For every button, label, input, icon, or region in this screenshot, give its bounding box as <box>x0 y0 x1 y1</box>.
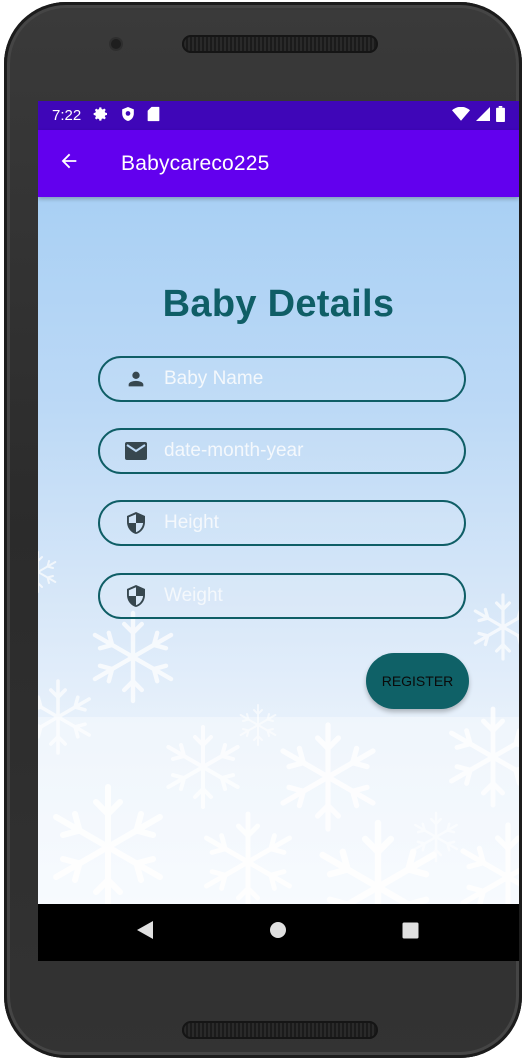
settings-icon <box>93 106 109 126</box>
height-field[interactable] <box>98 500 466 546</box>
baby-name-field[interactable] <box>98 356 466 402</box>
sd-card-icon <box>147 106 160 126</box>
date-field[interactable] <box>98 428 466 474</box>
shield-icon <box>124 584 148 608</box>
email-icon <box>124 439 148 463</box>
date-input[interactable] <box>162 439 456 463</box>
top-speaker <box>182 35 378 53</box>
back-triangle-icon <box>136 920 154 945</box>
status-bar: 7:22 <box>38 101 519 130</box>
bottom-speaker <box>182 1021 378 1039</box>
battery-icon <box>496 105 505 126</box>
status-time: 7:22 <box>52 107 82 124</box>
nav-back-button[interactable] <box>115 904 175 961</box>
height-input[interactable] <box>162 511 456 535</box>
back-button[interactable] <box>39 134 99 194</box>
shield-icon <box>124 511 148 535</box>
app-bar: Babycareco225 <box>38 130 519 197</box>
navigation-bar <box>38 904 519 961</box>
front-camera <box>111 39 121 49</box>
weight-input[interactable] <box>162 584 456 608</box>
weight-field[interactable] <box>98 573 466 619</box>
cell-signal-icon <box>476 106 490 125</box>
page-title: Baby Details <box>162 283 395 325</box>
wifi-icon <box>452 106 470 125</box>
home-circle-icon <box>269 921 287 944</box>
nav-home-button[interactable] <box>248 904 308 961</box>
baby-name-input[interactable] <box>162 367 456 391</box>
register-button[interactable]: REGISTER <box>366 653 469 709</box>
shield-status-icon <box>121 106 135 126</box>
phone-screen: 7:22 Babycareco225 Baby Details Baby Nam… <box>38 101 519 961</box>
recents-square-icon <box>402 922 419 944</box>
nav-recents-button[interactable] <box>380 904 440 961</box>
form-content: Baby Details REGISTER <box>38 197 519 904</box>
person-icon <box>124 367 148 391</box>
app-title: Babycareco225 <box>121 151 270 175</box>
arrow-left-icon <box>58 150 80 177</box>
